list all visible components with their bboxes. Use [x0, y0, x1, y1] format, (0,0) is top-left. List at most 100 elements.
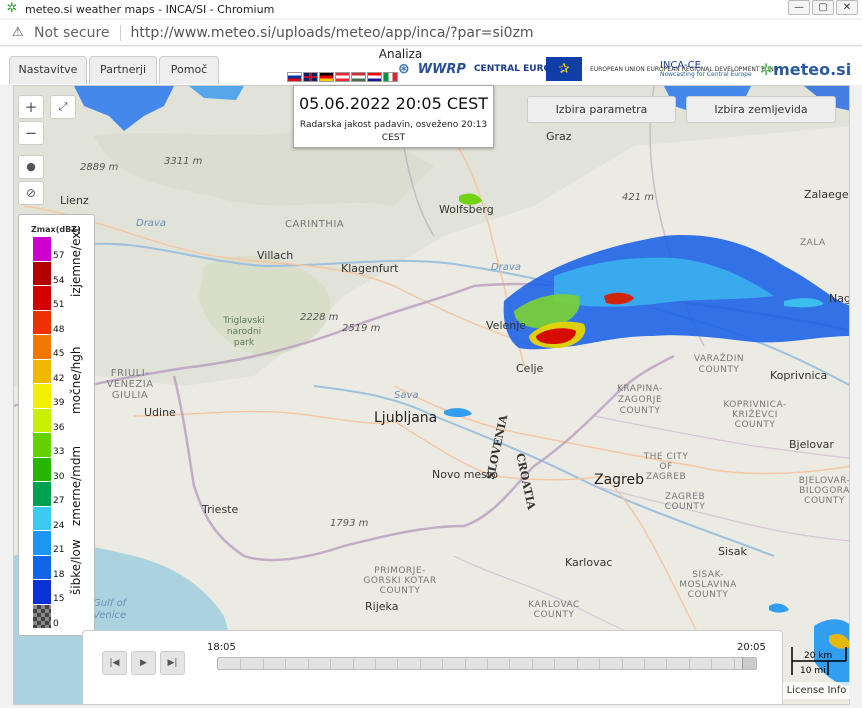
legend-category: zmerne/mdm	[69, 445, 83, 526]
legend-value: 15	[53, 594, 65, 604]
region-label: THE CITY OF ZAGREB	[643, 452, 689, 482]
legend-swatch	[33, 580, 51, 605]
browser-window: ✲ meteo.si weather maps - INCA/SI - Chro…	[0, 0, 862, 708]
slider-tick	[688, 659, 690, 669]
slider-tick	[666, 659, 668, 669]
legend-value: 54	[53, 275, 65, 286]
security-label[interactable]: Not secure	[34, 25, 110, 41]
slider-tick	[330, 659, 332, 669]
legend-swatch	[33, 310, 51, 335]
flag-hungary-icon[interactable]	[351, 72, 366, 82]
legend-value: 48	[53, 324, 65, 335]
close-button[interactable]: ✕	[836, 0, 858, 15]
legend-swatch	[33, 433, 51, 458]
capital-label: Ljubljana	[374, 410, 438, 426]
skip-forward-button[interactable]: ▶|	[160, 651, 185, 675]
legend-swatch	[33, 384, 51, 409]
city-label: Zalaeger	[804, 188, 850, 201]
legend-swatch	[33, 261, 51, 286]
flag-italy-icon[interactable]	[383, 72, 398, 82]
wwrp-logo: WWRP	[417, 61, 466, 77]
legend-category: izjemne/ext	[69, 226, 83, 297]
region-label: ZAGREB COUNTY	[664, 492, 706, 512]
clear-icon[interactable]: ⊘	[18, 181, 44, 205]
legend-value: 0	[53, 618, 59, 629]
timeline-start-label: 18:05	[207, 642, 236, 653]
legend-value: 57	[53, 251, 65, 261]
legend-category: močne/hgh	[69, 346, 83, 415]
timeline-panel: |◀ ▶ ▶| 18:05 20:05	[82, 630, 783, 705]
slider-tick	[509, 659, 511, 669]
slider-tick	[464, 659, 466, 669]
zoom-in-button[interactable]: +	[18, 95, 44, 119]
timestamp-box: 05.06.2022 20:05 CEST Radarska jakost pa…	[293, 85, 494, 148]
minimize-button[interactable]: —	[788, 0, 810, 15]
scrollbar[interactable]	[852, 85, 862, 708]
elevation-label: 2228 m	[300, 312, 339, 323]
legend-swatch	[33, 555, 51, 580]
region-label: ZALA	[800, 238, 826, 248]
slider-tick	[599, 659, 601, 669]
central-europe-logo: CENTRAL EUROPE	[473, 64, 564, 74]
license-link[interactable]: License Info	[783, 682, 850, 699]
fullscreen-icon[interactable]: ⤢	[50, 95, 76, 119]
window-controls: — ▢ ✕	[788, 0, 858, 15]
legend-value: 39	[53, 398, 65, 408]
city-label: Lienz	[60, 194, 89, 207]
city-label: Villach	[257, 249, 294, 262]
title-bar: ✲ meteo.si weather maps - INCA/SI - Chro…	[0, 0, 862, 18]
slider-thumb[interactable]	[742, 658, 756, 669]
flag-germany-icon[interactable]	[319, 72, 334, 82]
slider-tick	[262, 659, 264, 669]
slider-tick	[711, 659, 713, 669]
elevation-label: 2889 m	[80, 162, 119, 173]
slider-tick	[554, 659, 556, 669]
legend-swatch	[33, 531, 51, 556]
river-label-drava: Drava	[491, 262, 521, 273]
zoom-out-button[interactable]: −	[18, 121, 44, 145]
timestamp-subtitle: Radarska jakost padavin, osveženo 20:13 …	[299, 120, 488, 143]
slider-tick	[487, 659, 488, 669]
slider-tick	[352, 659, 354, 669]
weather-map[interactable]: Lienz Wolfsberg Villach Klagenfurt Graz …	[13, 85, 850, 705]
legend-swatch	[33, 359, 51, 384]
flag-uk-icon[interactable]	[303, 72, 318, 82]
flag-slovenia-icon[interactable]	[287, 72, 302, 82]
legend-value: 42	[53, 373, 65, 384]
window-title: meteo.si weather maps - INCA/SI - Chromi…	[25, 2, 275, 16]
region-label: VARAŽDIN COUNTY	[693, 354, 745, 375]
legend-value: 18	[53, 569, 65, 580]
city-label: Graz	[546, 130, 572, 143]
region-label: KARLOVAC COUNTY	[528, 600, 580, 620]
meteo-app-icon: ✲	[6, 1, 18, 16]
slider-tick	[576, 659, 578, 669]
region-label: SISAK-MOSLAVINA COUNTY	[679, 570, 737, 600]
park-label: Triglavski narodni park	[223, 316, 265, 348]
eu-fund-logo: EUROPEAN UNION EUROPEAN REGIONAL DEVELOP…	[589, 65, 779, 73]
locate-icon[interactable]: ●	[18, 155, 44, 179]
flag-croatia-icon[interactable]	[367, 72, 382, 82]
map-scale: 20 km 10 mi	[791, 647, 847, 676]
meteo-logo: ✲meteo.si	[760, 60, 852, 79]
skip-back-button[interactable]: |◀	[102, 651, 127, 675]
elevation-label: 3311 m	[164, 156, 203, 167]
play-button[interactable]: ▶	[131, 651, 156, 675]
warning-icon[interactable]: ⚠	[12, 25, 28, 40]
slider-tick	[621, 659, 623, 669]
inca-ce-title: INCA-CE	[659, 60, 701, 71]
parameter-select-button[interactable]: Izbira parametra	[527, 96, 676, 123]
timeline-slider[interactable]	[217, 657, 757, 670]
address-bar: ⚠ Not secure http://www.meteo.si/uploads…	[0, 20, 862, 46]
maximize-button[interactable]: ▢	[812, 0, 834, 15]
url-field[interactable]: http://www.meteo.si/uploads/meteo/app/in…	[131, 25, 534, 41]
legend-value: 51	[53, 300, 65, 310]
language-flags	[287, 72, 398, 82]
mode-label: Analiza	[378, 47, 423, 61]
legend-value: 36	[53, 422, 65, 433]
map-select-button[interactable]: Izbira zemljevida	[686, 96, 836, 123]
slider-tick	[374, 659, 376, 669]
slider-tick	[397, 659, 399, 669]
meteo-star-icon: ✲	[759, 59, 774, 79]
flag-austria-icon[interactable]	[335, 72, 350, 82]
slider-tick	[442, 659, 444, 669]
